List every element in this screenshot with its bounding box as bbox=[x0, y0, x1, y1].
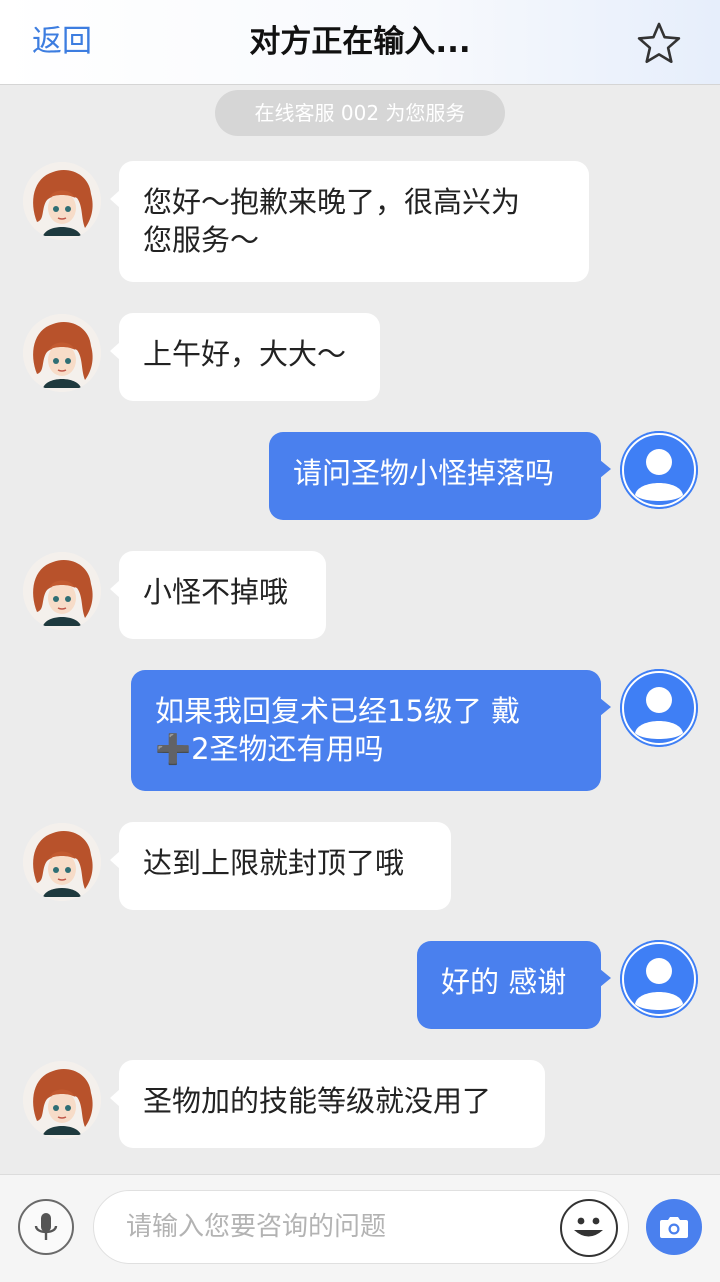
message-input[interactable] bbox=[93, 1190, 629, 1264]
agent-avatar-icon bbox=[23, 552, 101, 630]
agent-avatar[interactable] bbox=[23, 314, 101, 392]
user-avatar-icon bbox=[620, 940, 698, 1018]
microphone-icon bbox=[34, 1213, 58, 1240]
agent-avatar-icon bbox=[23, 1061, 101, 1139]
agent-avatar-icon bbox=[23, 823, 101, 901]
voice-button[interactable] bbox=[18, 1199, 74, 1255]
star-icon[interactable] bbox=[636, 20, 682, 66]
agent-avatar-icon bbox=[23, 162, 101, 240]
camera-icon bbox=[660, 1217, 688, 1238]
input-bar bbox=[0, 1174, 720, 1282]
agent-avatar[interactable] bbox=[23, 162, 101, 240]
agent-message-bubble: 达到上限就封顶了哦 bbox=[119, 822, 451, 910]
camera-button[interactable] bbox=[646, 1199, 702, 1255]
agent-message-bubble: 您好～抱歉来晚了，很高兴为 您服务～ bbox=[119, 161, 589, 282]
user-avatar[interactable] bbox=[620, 669, 698, 747]
agent-avatar-icon bbox=[23, 314, 101, 392]
page-title: 对方正在输入... bbox=[249, 24, 471, 60]
agent-message-bubble: 上午好，大大～ bbox=[119, 313, 380, 401]
user-message-bubble: 好的 感谢 bbox=[417, 941, 601, 1029]
user-message-bubble: 如果我回复术已经15级了 戴 ➕2圣物还有用吗 bbox=[131, 670, 601, 791]
user-avatar-icon bbox=[620, 431, 698, 509]
agent-message-bubble: 圣物加的技能等级就没用了 bbox=[119, 1060, 545, 1148]
agent-avatar[interactable] bbox=[23, 823, 101, 901]
agent-message-bubble: 小怪不掉哦 bbox=[119, 551, 326, 639]
user-avatar[interactable] bbox=[620, 940, 698, 1018]
service-notice: 在线客服 002 为您服务 bbox=[215, 90, 505, 136]
user-avatar-icon bbox=[620, 669, 698, 747]
bubble-tail bbox=[600, 460, 611, 478]
user-avatar[interactable] bbox=[620, 431, 698, 509]
bubble-tail bbox=[600, 698, 611, 716]
user-message-bubble: 请问圣物小怪掉落吗 bbox=[269, 432, 601, 520]
agent-avatar[interactable] bbox=[23, 1061, 101, 1139]
nav-bar: 返回 对方正在输入... bbox=[0, 0, 720, 85]
smiley-icon bbox=[574, 1217, 603, 1237]
bubble-tail bbox=[600, 969, 611, 987]
agent-avatar[interactable] bbox=[23, 552, 101, 630]
emoji-button[interactable] bbox=[560, 1199, 618, 1257]
